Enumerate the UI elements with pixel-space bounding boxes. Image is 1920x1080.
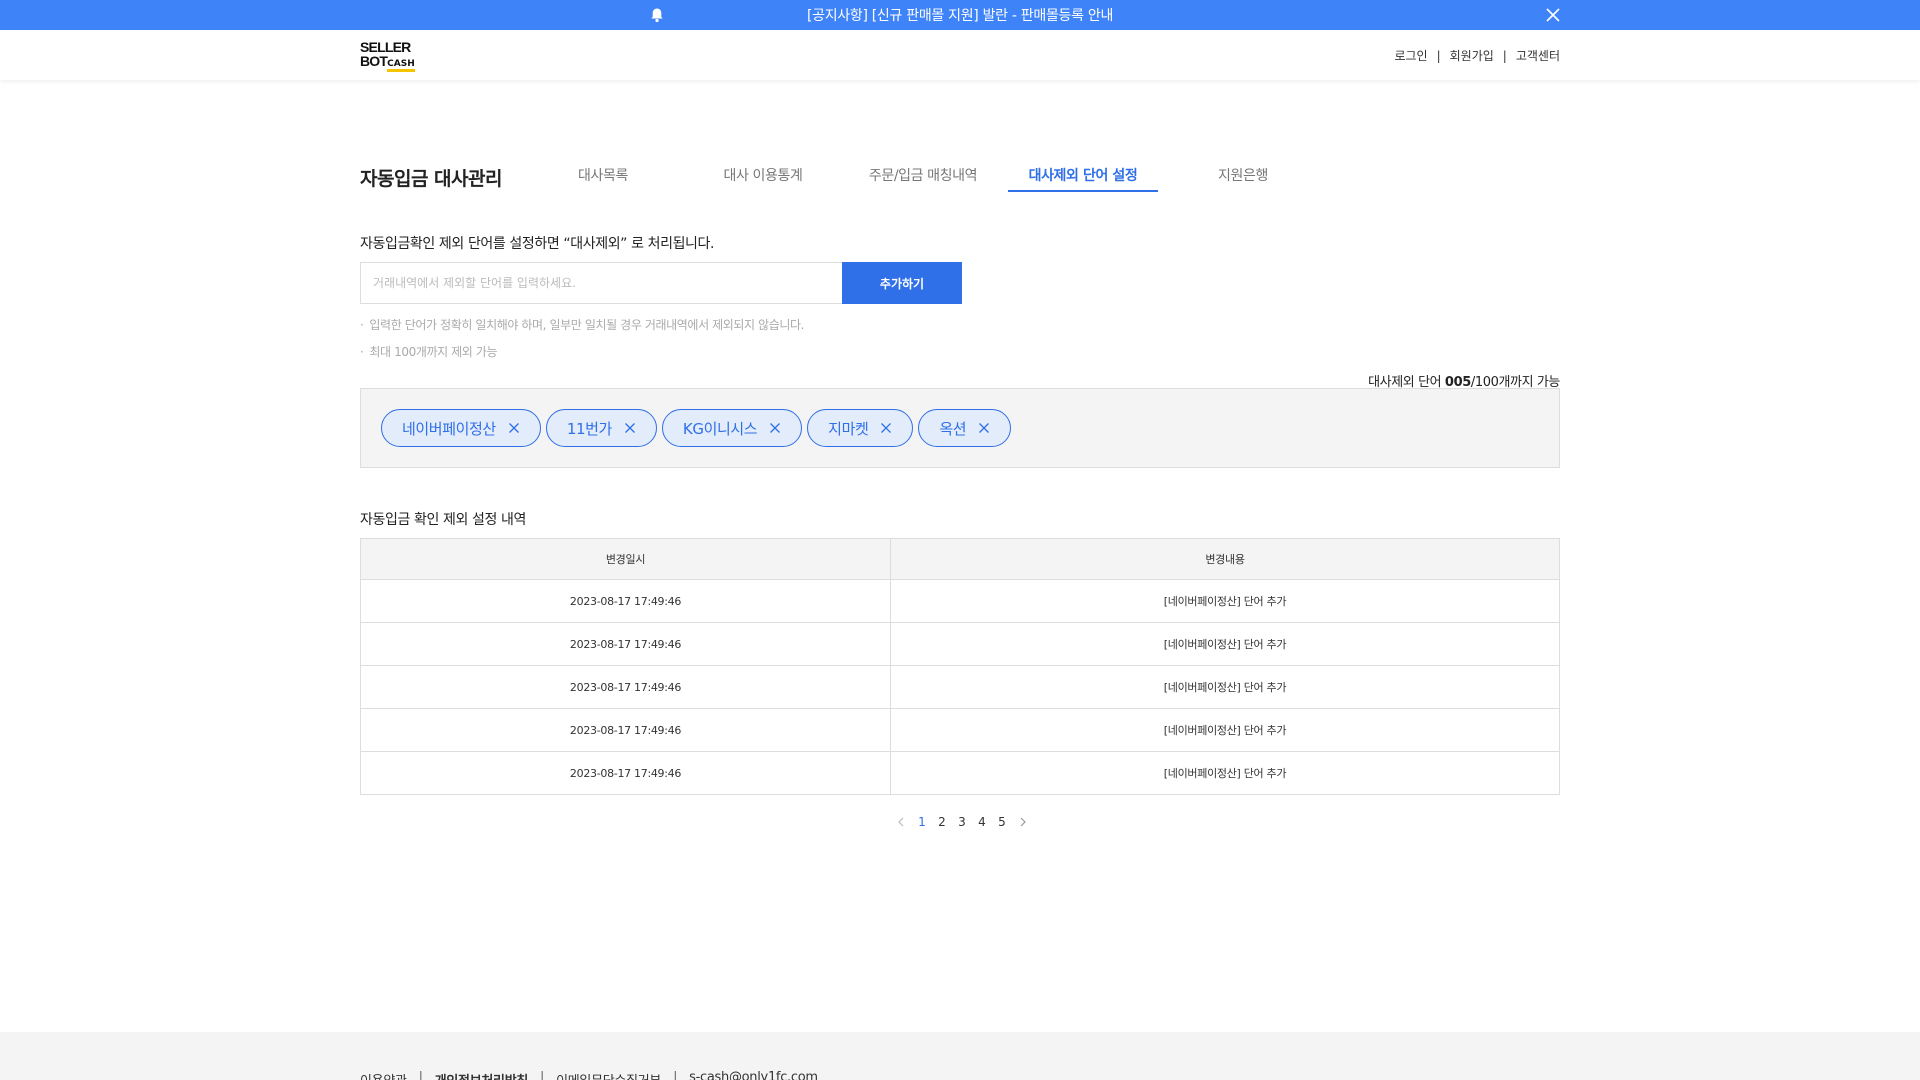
tag-item: 지마켓 (807, 409, 914, 447)
pagination: 1 2 3 4 5 (890, 815, 1034, 829)
page-4[interactable]: 4 (972, 815, 992, 829)
notice-bar[interactable]: [공지사항] [신규 판매몰 지원] 발란 - 판매몰등록 안내 (0, 0, 1920, 30)
remove-tag-icon[interactable] (508, 422, 520, 434)
add-word-form: 추가하기 (360, 262, 962, 304)
cell-date: 2023-08-17 17:49:46 (360, 751, 891, 795)
tag-label: 네이버페이정산 (402, 419, 496, 438)
cell-change: [네이버페이정산] 단어 추가 (890, 708, 1560, 752)
cell-change: [네이버페이정산] 단어 추가 (890, 665, 1560, 709)
remove-tag-icon[interactable] (880, 422, 892, 434)
table-row: 2023-08-17 17:49:46 [네이버페이정산] 단어 추가 (360, 579, 1560, 623)
hint-max-count: 최대 100개까지 제외 가능 (360, 343, 497, 360)
table-header-row: 변경일시 변경내용 (360, 538, 1560, 580)
tag-label: 11번가 (566, 419, 612, 438)
top-links: 로그인 | 회원가입 | 고객센터 (1394, 47, 1560, 64)
exclude-word-input[interactable] (360, 262, 842, 304)
close-icon[interactable] (1544, 6, 1562, 24)
remove-tag-icon[interactable] (624, 422, 636, 434)
login-link[interactable]: 로그인 (1394, 47, 1427, 64)
email-refusal-link[interactable]: 이메일무단수집거부 (556, 1070, 661, 1080)
page-title: 자동입금 대사관리 (360, 168, 502, 190)
bell-icon (651, 8, 663, 23)
cell-date: 2023-08-17 17:49:46 (360, 579, 891, 623)
cell-change: [네이버페이정산] 단어 추가 (890, 751, 1560, 795)
section-description: 자동입금확인 제외 단어를 설정하면 “대사제외” 로 처리됩니다. (360, 236, 715, 252)
tab-exclude-words[interactable]: 대사제외 단어 설정 (1008, 160, 1158, 192)
logo-cash: CASH (387, 59, 415, 72)
tab-reconciliation-list[interactable]: 대사목록 (528, 160, 678, 192)
link-separator: | (1436, 48, 1441, 63)
notice-text[interactable]: [공지사항] [신규 판매몰 지원] 발란 - 판매몰등록 안내 (807, 5, 1113, 25)
terms-link[interactable]: 이용약관 (360, 1070, 407, 1080)
link-separator: | (1502, 48, 1507, 63)
history-title: 자동입금 확인 제외 설정 내역 (360, 512, 526, 528)
hint-exact-match: 입력한 단어가 정확히 일치해야 하며, 일부만 일치될 경우 거래내역에서 제… (360, 316, 804, 333)
tag-label: 옥션 (939, 419, 967, 438)
cell-change: [네이버페이정산] 단어 추가 (890, 622, 1560, 666)
signup-link[interactable]: 회원가입 (1450, 47, 1494, 64)
tag-label: KG이니시스 (682, 419, 758, 438)
table-row: 2023-08-17 17:49:46 [네이버페이정산] 단어 추가 (360, 751, 1560, 795)
tag-list: 네이버페이정산 11번가 KG이니시스 지마켓 옥션 (360, 388, 1560, 468)
remove-tag-icon[interactable] (769, 422, 781, 434)
tag-label: 지마켓 (828, 419, 869, 438)
chevron-right-icon[interactable] (1018, 817, 1028, 827)
add-button[interactable]: 추가하기 (842, 262, 962, 304)
page-1[interactable]: 1 (912, 815, 932, 829)
table-row: 2023-08-17 17:49:46 [네이버페이정산] 단어 추가 (360, 665, 1560, 709)
tab-order-matching[interactable]: 주문/입금 매칭내역 (848, 160, 998, 192)
header: SELLER BOTCASH 로그인 | 회원가입 | 고객센터 (0, 30, 1920, 80)
cell-date: 2023-08-17 17:49:46 (360, 665, 891, 709)
footer-separator: | (673, 1070, 678, 1080)
tag-item: KG이니시스 (661, 409, 803, 447)
remove-tag-icon[interactable] (978, 422, 990, 434)
cell-date: 2023-08-17 17:49:46 (360, 622, 891, 666)
logo-line2: BOT (360, 53, 388, 69)
column-header-change: 변경내용 (890, 538, 1560, 580)
table-row: 2023-08-17 17:49:46 [네이버페이정산] 단어 추가 (360, 622, 1560, 666)
footer-separator: | (418, 1070, 423, 1080)
footer-links: 이용약관 | 개인정보처리방침 | 이메일무단수집거부 | s-cash@onl… (360, 1070, 818, 1080)
page-5[interactable]: 5 (992, 815, 1012, 829)
customer-center-link[interactable]: 고객센터 (1516, 47, 1560, 64)
tab-usage-stats[interactable]: 대사 이용통계 (688, 160, 838, 192)
page-3[interactable]: 3 (952, 815, 972, 829)
column-header-date: 변경일시 (360, 538, 891, 580)
footer: 이용약관 | 개인정보처리방침 | 이메일무단수집거부 | s-cash@onl… (0, 1032, 1920, 1080)
tab-bar: 대사목록 대사 이용통계 주문/입금 매칭내역 대사제외 단어 설정 지원은행 (528, 160, 1328, 192)
tag-item: 옥션 (918, 409, 1012, 447)
contact-email[interactable]: s-cash@only1fc.com (689, 1070, 818, 1080)
privacy-policy-link[interactable]: 개인정보처리방침 (435, 1070, 529, 1080)
tag-item: 11번가 (545, 409, 657, 447)
table-row: 2023-08-17 17:49:46 [네이버페이정산] 단어 추가 (360, 708, 1560, 752)
tab-supported-banks[interactable]: 지원은행 (1168, 160, 1318, 192)
cell-date: 2023-08-17 17:49:46 (360, 708, 891, 752)
chevron-left-icon[interactable] (896, 817, 906, 827)
cell-change: [네이버페이정산] 단어 추가 (890, 579, 1560, 623)
footer-separator: | (540, 1070, 545, 1080)
page-2[interactable]: 2 (932, 815, 952, 829)
history-table: 변경일시 변경내용 2023-08-17 17:49:46 [네이버페이정산] … (360, 538, 1560, 795)
logo[interactable]: SELLER BOTCASH (360, 40, 420, 72)
tag-item: 네이버페이정산 (381, 409, 541, 447)
